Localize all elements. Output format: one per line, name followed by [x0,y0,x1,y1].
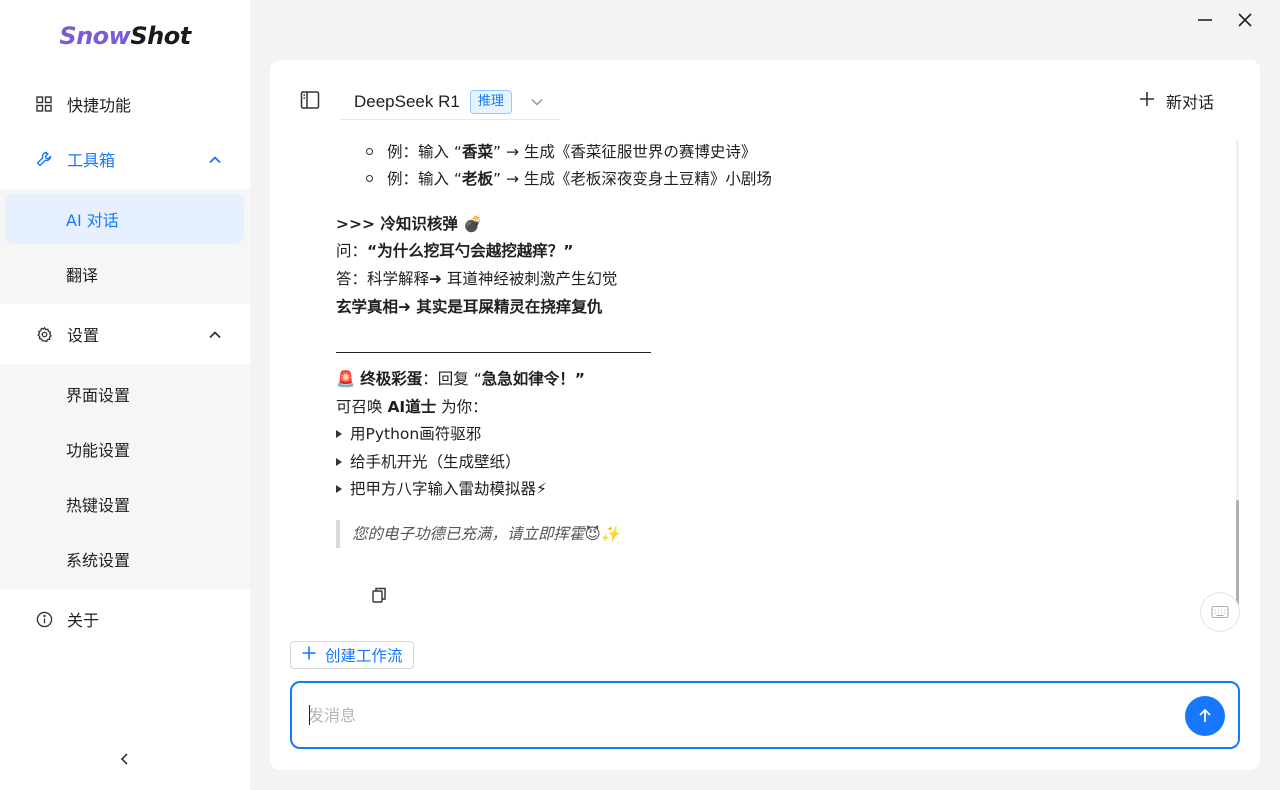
message-input[interactable] [308,703,1168,727]
sidebar: SnowShot 快捷功能 工具箱 AI 对话 翻译 设置 界面设置 功能设置 … [0,0,250,790]
settings-submenu: 界面设置 功能设置 热键设置 系统设置 [0,364,250,589]
truth-line: 玄学真相➜ 其实是耳屎精灵在挠痒复仇 [336,298,603,316]
arrow-up-icon [1199,708,1211,722]
toolbox-submenu: AI 对话 翻译 [0,189,250,304]
sidebar-item-label: AI 对话 [66,211,119,230]
chevron-up-icon [208,152,222,171]
sidebar-item-label: 翻译 [66,266,99,285]
sidebar-item-label: 热键设置 [66,496,131,515]
minimize-button[interactable] [1195,10,1215,30]
list-item: 例：输入 “香菜” → 生成《香菜征服世界の赛博史诗》 [366,140,756,164]
new-chat-button[interactable]: 新对话 [1138,90,1214,112]
minimize-icon [1198,19,1212,21]
chevron-down-icon [530,95,544,109]
model-select[interactable]: DeepSeek R1 推理 [340,84,560,120]
egg-line: 🚨 终极彩蛋：回复 “急急如律令！” [336,370,585,388]
question-line: 问：“为什么挖耳勺会越挖越痒？” [336,242,574,260]
gear-icon [35,325,53,343]
sidebar-item-label: 快捷功能 [67,96,132,115]
list-item: 把甲方八字输入雷劫模拟器⚡ [336,477,547,501]
create-workflow-button[interactable]: 创建工作流 [290,641,414,669]
sidebar-item-feature-settings[interactable]: 功能设置 [0,424,250,474]
send-button[interactable] [1185,696,1225,736]
sidebar-item-ui-settings[interactable]: 界面设置 [0,369,250,419]
summon-line: 可召唤 AI道士 为你： [336,398,488,416]
toggle-panel-button[interactable] [300,90,320,110]
sidebar-item-about[interactable]: 关于 [0,594,250,644]
app-logo: SnowShot [59,22,191,50]
list-item: 用Python画符驱邪 [336,422,481,446]
chat-panel: DeepSeek R1 推理 新对话 例：输入 “香菜” → 生成《香菜征服世界… [270,60,1260,770]
sidebar-item-ai-chat[interactable]: AI 对话 [5,194,244,244]
text-caret [309,705,310,725]
copy-button[interactable] [370,586,390,606]
keyboard-icon [1211,605,1229,619]
sidebar-item-label: 界面设置 [66,386,131,405]
wrench-icon [35,150,53,168]
message-input-box [290,681,1240,749]
create-workflow-label: 创建工作流 [325,647,403,665]
sidebar-item-quick[interactable]: 快捷功能 [0,79,250,129]
answer-line: 答：科学解释➜ 耳道神经被刺激产生幻觉 [336,270,618,288]
grid-icon [35,95,53,113]
keyboard-button[interactable] [1200,592,1240,632]
trivia-title: >>> 冷知识核弹 💣 [336,215,483,233]
sidebar-toggle-icon [300,91,320,109]
sidebar-item-label: 设置 [67,326,100,345]
chevron-up-icon [208,327,222,346]
close-icon [1238,13,1252,27]
plus-icon [301,645,317,665]
plus-icon [1138,90,1156,112]
blockquote: 您的电子功德已充满，请立即挥霍😈✨ [336,520,620,548]
list-item: 例：输入 “老板” → 生成《老板深夜变身土豆精》小剧场 [366,167,772,191]
chevron-left-icon [118,751,132,770]
scrollbar-thumb[interactable] [1236,500,1239,610]
sidebar-item-label: 工具箱 [67,151,116,170]
sidebar-item-label: 系统设置 [66,551,131,570]
info-icon [35,610,53,628]
sidebar-item-label: 关于 [67,611,100,630]
close-button[interactable] [1235,10,1255,30]
sidebar-item-settings[interactable]: 设置 [0,309,250,359]
collapse-sidebar-button[interactable] [115,750,135,770]
list-item: 给手机开光（生成壁纸） [336,450,521,474]
sidebar-item-toolbox[interactable]: 工具箱 [0,134,250,184]
sidebar-item-label: 功能设置 [66,441,131,460]
sidebar-item-system-settings[interactable]: 系统设置 [0,534,250,584]
sidebar-item-translate[interactable]: 翻译 [0,249,250,299]
divider [336,352,651,353]
new-chat-label: 新对话 [1166,93,1215,112]
model-badge: 推理 [469,89,512,114]
copy-icon [372,587,386,603]
alarm-icon: 🚨 [336,370,356,388]
model-name: DeepSeek R1 [354,91,460,111]
sidebar-item-hotkey-settings[interactable]: 热键设置 [0,479,250,529]
